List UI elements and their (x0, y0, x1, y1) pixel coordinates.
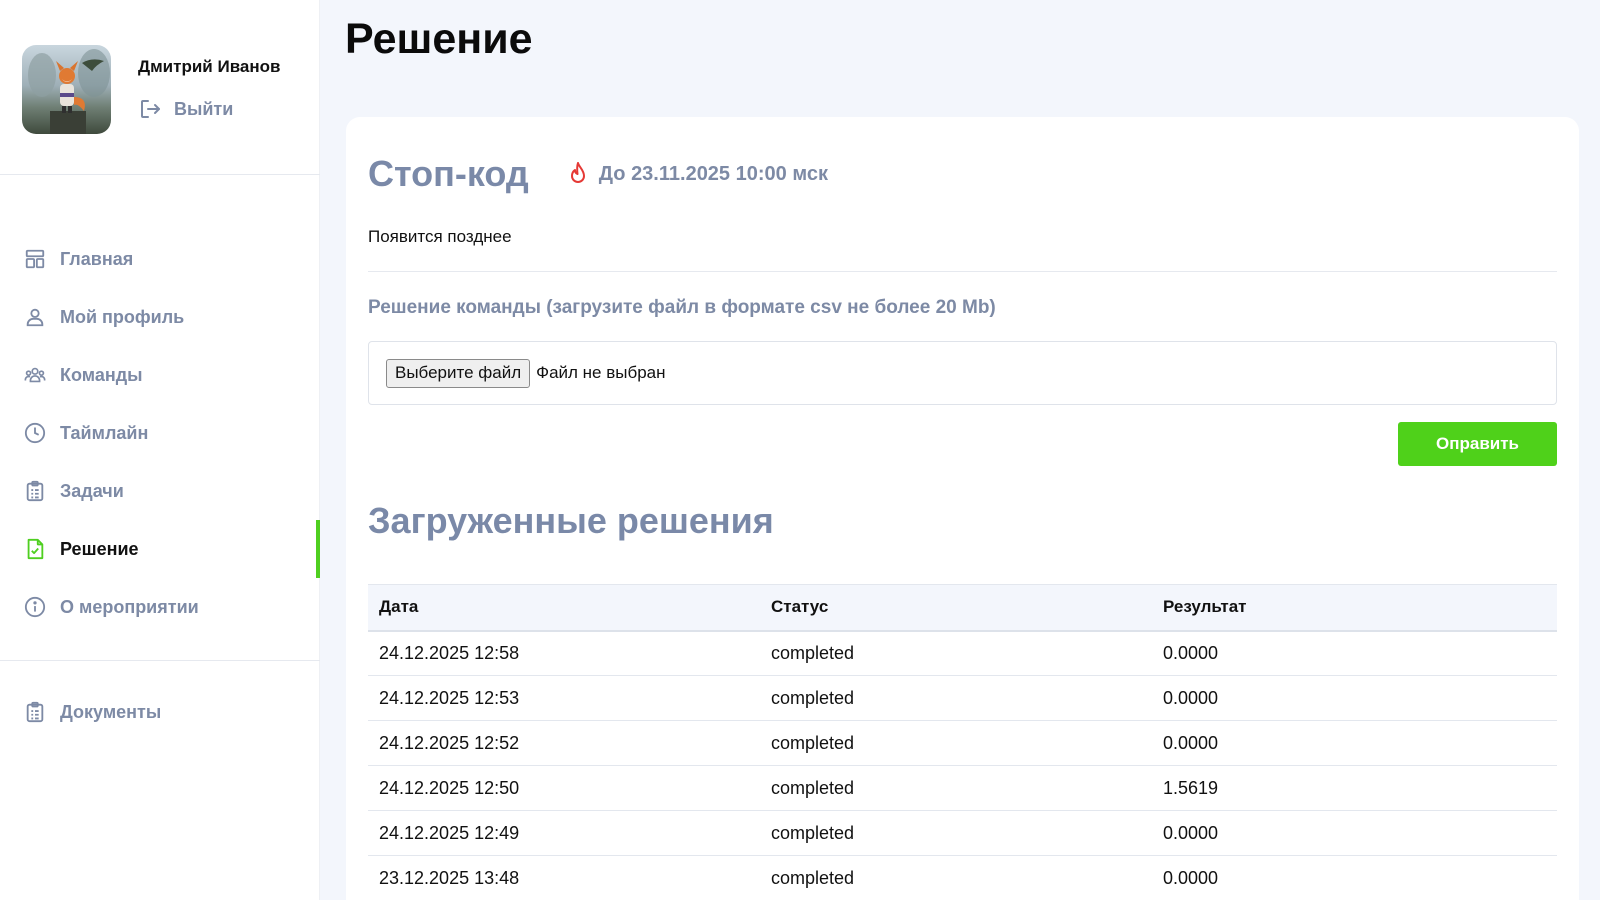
section-divider (368, 271, 1557, 272)
nav-item-label: Таймлайн (60, 422, 149, 443)
cell-result: 0.0000 (1152, 630, 1557, 676)
nav-item-label: Решение (60, 538, 139, 559)
nav-item-home[interactable]: Главная (0, 230, 320, 288)
nav-item-teams[interactable]: Команды (0, 346, 320, 404)
nav-item-profile[interactable]: Мой профиль (0, 288, 320, 346)
avatar[interactable] (22, 45, 111, 134)
app: Дмитрий Иванов Выйти Главная Мой профиль… (0, 0, 1600, 900)
solution-card: Стоп-код До 23.11.2025 10:00 мск Появитс… (346, 117, 1579, 900)
column-header-status[interactable]: Статус (760, 584, 1152, 632)
cell-date: 23.12.2025 13:48 (368, 855, 760, 900)
main-nav: Главная Мой профиль Команды Таймлайн Зад… (0, 230, 320, 636)
upload-label: Решение команды (загрузите файл в формат… (368, 297, 996, 318)
cell-status: completed (760, 810, 1152, 856)
deadline-text: До 23.11.2025 10:00 мск (598, 162, 828, 185)
column-header-result[interactable]: Результат (1152, 584, 1557, 632)
stop-code-header: Стоп-код До 23.11.2025 10:00 мск (368, 153, 828, 195)
submit-button[interactable]: Оправить (1398, 422, 1557, 466)
no-file-text: Файл не выбран (536, 363, 666, 382)
nav-item-label: Мой профиль (60, 306, 185, 327)
cell-date: 24.12.2025 12:52 (368, 720, 760, 766)
cell-result: 0.0000 (1152, 720, 1557, 766)
stop-code-title: Стоп-код (368, 153, 529, 194)
user-block: Дмитрий Иванов Выйти (0, 0, 320, 175)
column-header-date[interactable]: Дата (368, 584, 760, 632)
nav-divider (0, 660, 320, 661)
clock-icon (24, 422, 46, 444)
user-name: Дмитрий Иванов (138, 57, 281, 76)
table-row[interactable]: 24.12.2025 12:50 completed 1.5619 (368, 765, 1557, 811)
nav-item-label: Задачи (60, 480, 124, 501)
docs-nav: Документы (0, 683, 320, 741)
nav-item-tasks[interactable]: Задачи (0, 462, 320, 520)
table-row[interactable]: 24.12.2025 12:58 completed 0.0000 (368, 630, 1557, 676)
nav-item-timeline[interactable]: Таймлайн (0, 404, 320, 462)
file-input[interactable]: Выберите файл Файл не выбран (368, 341, 1557, 405)
cell-status: completed (760, 765, 1152, 811)
page-title: Решение (345, 15, 533, 63)
table-row[interactable]: 24.12.2025 12:52 completed 0.0000 (368, 720, 1557, 766)
flame-icon (570, 162, 585, 183)
nav-item-label: Главная (60, 248, 134, 269)
cell-status: completed (760, 675, 1152, 721)
user-icon (26, 308, 44, 327)
cell-date: 24.12.2025 12:58 (368, 630, 760, 676)
nav-item-about[interactable]: О мероприятии (0, 578, 320, 636)
cell-status: completed (760, 630, 1152, 676)
cell-date: 24.12.2025 12:50 (368, 765, 760, 811)
cell-status: completed (760, 720, 1152, 766)
nav-item-solution[interactable]: Решение (0, 520, 320, 578)
solutions-table: Дата Статус Результат 24.12.2025 12:58 c… (368, 584, 1557, 900)
logout-button[interactable]: Выйти (138, 97, 233, 121)
table-row[interactable]: 24.12.2025 12:53 completed 0.0000 (368, 675, 1557, 721)
table-row[interactable]: 23.12.2025 13:48 completed 0.0000 (368, 855, 1557, 900)
sidebar: Дмитрий Иванов Выйти Главная Мой профиль… (0, 0, 320, 900)
fox-avatar-image (28, 49, 110, 134)
cell-date: 24.12.2025 12:49 (368, 810, 760, 856)
table-header-row: Дата Статус Результат (368, 584, 1557, 632)
stop-code-note: Появится позднее (368, 227, 512, 246)
clipboard-icon (26, 480, 44, 502)
team-icon (24, 367, 46, 383)
cell-result: 0.0000 (1152, 675, 1557, 721)
nav-item-label: О мероприятии (60, 596, 199, 617)
choose-file-button[interactable]: Выберите файл (386, 358, 531, 388)
cell-result: 0.0000 (1152, 810, 1557, 856)
deadline: До 23.11.2025 10:00 мск (567, 161, 828, 187)
logout-label: Выйти (174, 98, 234, 119)
document-check-icon (27, 538, 44, 560)
cell-result: 0.0000 (1152, 855, 1557, 900)
nav-item-documents[interactable]: Документы (0, 683, 320, 741)
cell-date: 24.12.2025 12:53 (368, 675, 760, 721)
cell-result: 1.5619 (1152, 765, 1557, 811)
nav-item-label: Документы (60, 701, 162, 722)
logout-icon (141, 100, 160, 118)
info-icon (24, 596, 46, 618)
nav-item-label: Команды (60, 364, 143, 385)
table-row[interactable]: 24.12.2025 12:49 completed 0.0000 (368, 810, 1557, 856)
home-dashboard-icon (25, 249, 45, 269)
clipboard-icon (26, 701, 44, 723)
uploaded-solutions-title: Загруженные решения (368, 500, 774, 541)
cell-status: completed (760, 855, 1152, 900)
